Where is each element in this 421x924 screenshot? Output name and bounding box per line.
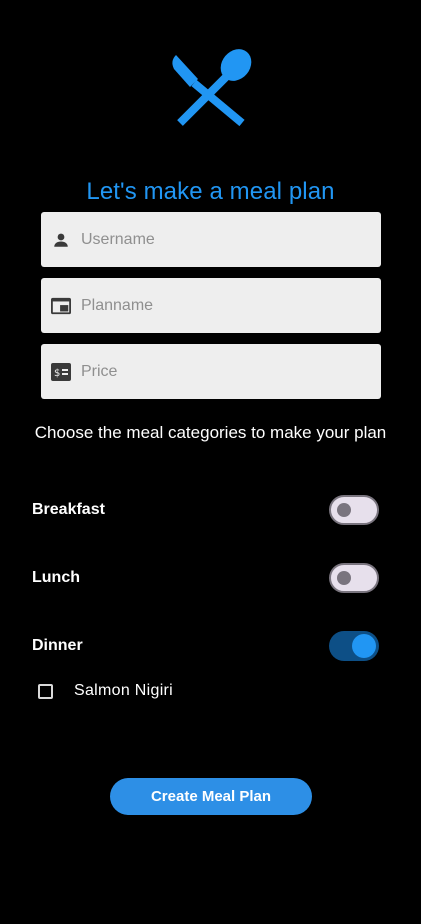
svg-text:$: $ [54, 368, 60, 379]
page-title: Let's make a meal plan [86, 178, 335, 205]
salmon-nigiri-checkbox[interactable] [38, 683, 53, 699]
price-input[interactable] [81, 362, 351, 381]
category-label: Breakfast [32, 501, 105, 518]
price-field[interactable]: $ [41, 344, 381, 399]
category-label: Dinner [32, 637, 83, 654]
toggle-knob [337, 571, 351, 585]
categories-prompt: Choose the meal categories to make your … [34, 423, 387, 442]
lunch-toggle[interactable] [329, 563, 379, 593]
meal-option-label: Salmon Nigiri [74, 682, 174, 699]
toggle-knob [337, 503, 351, 517]
username-input[interactable] [81, 230, 351, 249]
price-tag-icon: $ [51, 362, 71, 382]
breakfast-toggle[interactable] [329, 495, 379, 525]
planname-field[interactable] [41, 278, 381, 333]
category-row-lunch: Lunch [32, 561, 379, 595]
category-row-breakfast: Breakfast [32, 493, 379, 527]
category-label: Lunch [32, 569, 80, 586]
meal-option-salmon-nigiri[interactable]: Salmon Nigiri [38, 682, 173, 700]
dinner-toggle[interactable] [329, 631, 379, 661]
category-row-dinner: Dinner [32, 629, 379, 663]
toggle-knob [352, 634, 376, 658]
fork-spoon-icon [172, 49, 252, 127]
create-meal-plan-button[interactable]: Create Meal Plan [110, 778, 312, 815]
planname-input[interactable] [81, 296, 351, 315]
person-icon [51, 230, 71, 250]
username-field[interactable] [41, 212, 381, 267]
app-logo [170, 47, 254, 127]
picture-in-picture-icon [51, 296, 71, 316]
